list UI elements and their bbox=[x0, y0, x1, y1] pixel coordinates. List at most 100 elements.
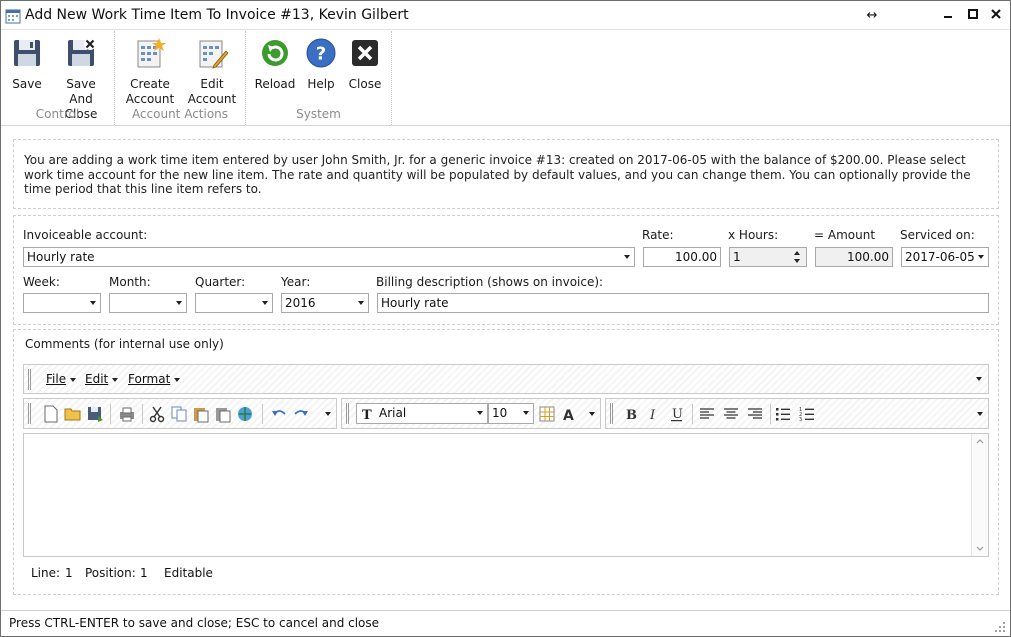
cut-icon[interactable] bbox=[148, 405, 166, 423]
chevron-down-icon bbox=[90, 301, 96, 305]
toolbar-separator bbox=[110, 404, 111, 424]
toolbar-separator bbox=[692, 404, 693, 424]
hours-value: 1 bbox=[733, 250, 741, 264]
comments-textarea[interactable] bbox=[23, 433, 989, 557]
align-center-icon[interactable] bbox=[722, 405, 740, 423]
comments-label: Comments (for internal use only) bbox=[25, 337, 224, 351]
svg-text:T: T bbox=[362, 408, 372, 421]
hours-label: x Hours: bbox=[728, 228, 779, 242]
toolbar-grip bbox=[28, 403, 31, 424]
font-size-select[interactable]: 10 bbox=[488, 403, 534, 424]
chevron-down-icon bbox=[978, 255, 984, 259]
svg-text:B: B bbox=[626, 408, 637, 423]
window: Add New Work Time Item To Invoice #13, K… bbox=[0, 0, 1011, 637]
serviced-date-picker[interactable]: 2017-06-05 bbox=[901, 247, 989, 267]
font-color-icon[interactable]: A bbox=[560, 405, 578, 423]
year-select[interactable]: 2016 bbox=[281, 293, 369, 313]
scroll-up-icon[interactable] bbox=[976, 438, 984, 444]
svg-text:3: 3 bbox=[799, 417, 802, 423]
toolbar-grip bbox=[28, 369, 31, 390]
font-family-select[interactable]: T Arial bbox=[356, 403, 488, 424]
menu-file-label: File bbox=[46, 372, 67, 386]
bold-icon[interactable]: B bbox=[622, 405, 640, 423]
open-folder-icon[interactable] bbox=[64, 405, 82, 423]
save-icon[interactable] bbox=[86, 405, 104, 423]
italic-icon[interactable]: I bbox=[644, 405, 662, 423]
font-size-value: 10 bbox=[492, 406, 508, 420]
week-label: Week: bbox=[23, 275, 60, 289]
billing-description-input[interactable]: Hourly rate bbox=[377, 293, 989, 313]
week-select[interactable] bbox=[23, 293, 101, 313]
scroll-down-icon[interactable] bbox=[976, 546, 984, 552]
menu-edit-label: Edit bbox=[85, 372, 109, 386]
align-left-icon[interactable] bbox=[698, 405, 716, 423]
stepper-arrows-icon[interactable] bbox=[792, 249, 804, 265]
ribbon-group-control: Save Save And Close Control bbox=[1, 31, 115, 125]
quarter-select[interactable] bbox=[195, 293, 273, 313]
new-document-icon[interactable] bbox=[42, 405, 60, 423]
align-right-icon[interactable] bbox=[746, 405, 764, 423]
chevron-down-icon bbox=[176, 301, 182, 305]
account-value: Hourly rate bbox=[27, 250, 95, 264]
chevron-down-icon[interactable] bbox=[589, 412, 595, 416]
menu-format[interactable]: Format bbox=[128, 372, 181, 386]
vertical-scrollbar[interactable] bbox=[971, 434, 988, 556]
calendar-icon bbox=[5, 9, 21, 24]
numbered-list-icon[interactable]: 123 bbox=[798, 405, 816, 423]
copy-icon[interactable] bbox=[170, 405, 188, 423]
table-icon[interactable] bbox=[538, 405, 556, 423]
underline-icon[interactable]: U bbox=[668, 405, 686, 423]
chevron-down-icon bbox=[624, 255, 630, 259]
chevron-down-icon[interactable] bbox=[325, 412, 331, 416]
menu-edit[interactable]: Edit bbox=[85, 372, 119, 386]
close-window-button[interactable] bbox=[987, 7, 1005, 25]
toolbar-separator bbox=[142, 404, 143, 424]
paste-icon[interactable] bbox=[192, 405, 210, 423]
chevron-down-icon bbox=[477, 411, 483, 415]
undo-icon[interactable] bbox=[270, 405, 288, 423]
save-button[interactable]: Save bbox=[7, 37, 47, 92]
month-select[interactable] bbox=[109, 293, 187, 313]
toolbar-separator bbox=[770, 404, 771, 424]
chevron-down-icon[interactable] bbox=[976, 377, 982, 381]
floppy-disk-close-icon bbox=[68, 38, 96, 66]
serviced-label: Serviced on: bbox=[900, 228, 975, 242]
create-account-label-1: Create bbox=[130, 77, 170, 91]
account-label: Invoiceable account: bbox=[23, 228, 148, 242]
svg-text:A: A bbox=[563, 408, 574, 423]
insert-link-icon[interactable] bbox=[236, 405, 254, 423]
toolbar-grip bbox=[610, 403, 613, 424]
menu-file[interactable]: File bbox=[46, 372, 77, 386]
edit-account-label-1: Edit bbox=[200, 77, 224, 91]
edit-account-label-2: Account bbox=[187, 92, 237, 106]
rate-input[interactable]: 100.00 bbox=[643, 247, 721, 267]
line-label: Line: bbox=[31, 566, 61, 580]
hours-stepper[interactable]: 1 bbox=[729, 247, 807, 267]
chevron-down-icon[interactable] bbox=[977, 412, 983, 416]
svg-text:?: ? bbox=[316, 44, 326, 65]
help-label: Help bbox=[307, 77, 335, 91]
resize-icon[interactable]: ↔ bbox=[863, 7, 881, 25]
chevron-down-icon bbox=[523, 411, 529, 415]
close-button[interactable]: Close bbox=[346, 37, 384, 92]
ribbon-toolbar: Save Save And Close Control Create Accou… bbox=[1, 31, 1010, 126]
resize-grip-icon[interactable] bbox=[994, 621, 1006, 633]
editor-mode: Editable bbox=[164, 566, 213, 580]
create-account-button[interactable]: Create Account bbox=[123, 37, 177, 107]
edit-account-button[interactable]: Edit Account bbox=[185, 37, 239, 107]
print-icon[interactable] bbox=[118, 405, 136, 423]
help-button[interactable]: ? Help bbox=[302, 37, 340, 92]
serviced-value: 2017-06-05 bbox=[905, 250, 975, 264]
redo-icon[interactable] bbox=[292, 405, 310, 423]
maximize-button[interactable] bbox=[964, 7, 982, 25]
minimize-button[interactable] bbox=[939, 7, 957, 25]
reload-button[interactable]: Reload bbox=[254, 37, 296, 92]
paste-special-icon[interactable] bbox=[214, 405, 232, 423]
reload-icon bbox=[262, 40, 288, 66]
account-select[interactable]: Hourly rate bbox=[23, 247, 635, 267]
bullet-list-icon[interactable] bbox=[774, 405, 792, 423]
line-value: 1 bbox=[65, 566, 73, 580]
year-value: 2016 bbox=[285, 296, 316, 310]
floppy-disk-icon bbox=[14, 40, 40, 66]
save-and-close-label-1: Save And bbox=[66, 77, 96, 106]
